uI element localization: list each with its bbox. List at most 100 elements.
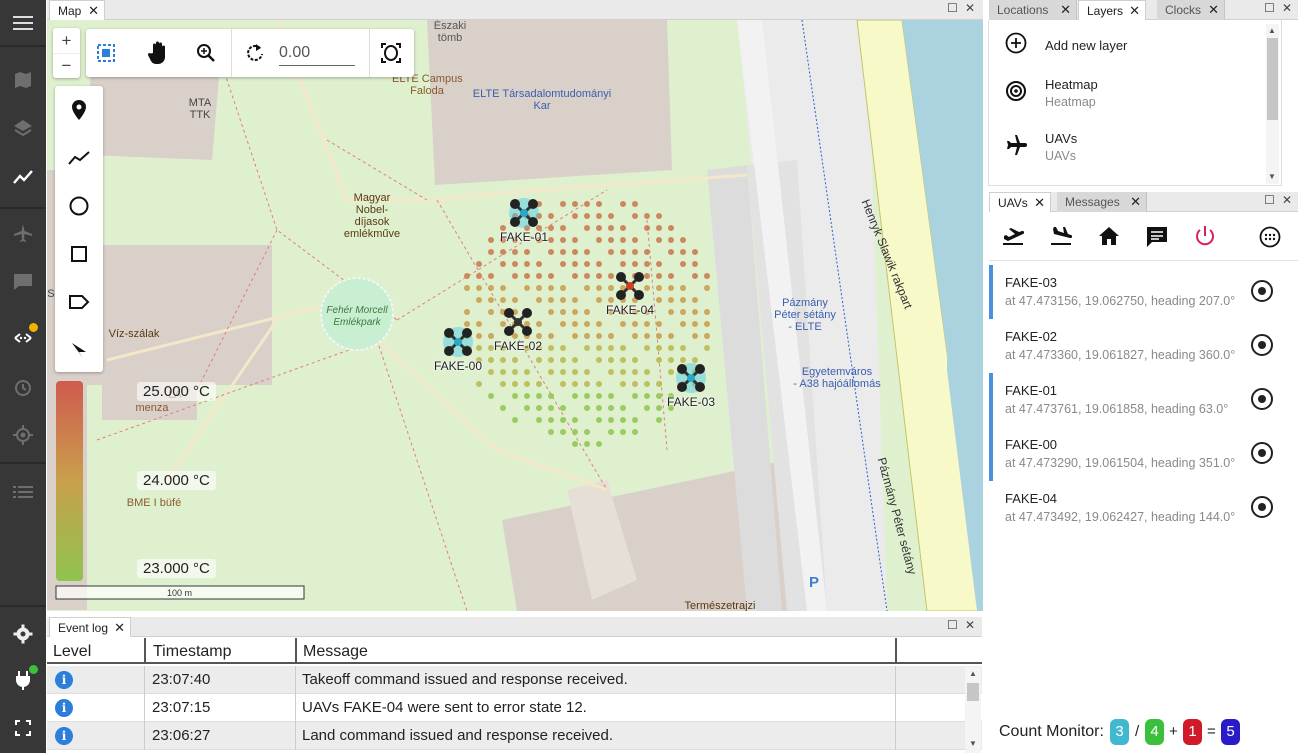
locate-target-icon[interactable] (1251, 388, 1273, 410)
zoom-in-button[interactable]: + (53, 28, 80, 53)
settings-gear-icon[interactable] (0, 614, 46, 654)
eventlog-scrollbar[interactable]: ▲ ▼ (965, 667, 981, 753)
maximize-icon[interactable]: ☐ (1264, 1, 1275, 15)
circle-icon[interactable] (65, 192, 93, 220)
locate-target-icon[interactable] (1251, 334, 1273, 356)
close-icon[interactable]: ✕ (114, 618, 125, 638)
close-icon[interactable]: ✕ (1282, 1, 1292, 15)
tab-uavs[interactable]: UAVs ✕ (989, 192, 1051, 212)
map-label: Magyar Nobel- díjasok emlékműve (343, 192, 401, 240)
uav-marker[interactable] (612, 268, 648, 304)
tab-map-label: Map (58, 4, 82, 18)
uav-list-item[interactable]: FAKE-00 at 47.473290, 19.061504, heading … (989, 427, 1281, 481)
home-icon[interactable] (1098, 225, 1120, 247)
uav-marker[interactable] (440, 324, 476, 360)
map-tabbar: Map ✕ ☐ ✕ (47, 0, 983, 20)
uav-list-item[interactable]: FAKE-01 at 47.473761, 19.061858, heading … (989, 373, 1281, 427)
uav-list-item[interactable]: FAKE-04 at 47.473492, 19.062427, heading … (989, 481, 1281, 535)
close-icon[interactable]: ✕ (1130, 192, 1141, 212)
box-select-icon[interactable] (92, 39, 120, 67)
map-view[interactable]: Északi tömb MTA TTK ELTE Campus Faloda E… (47, 20, 983, 611)
uav-icon[interactable] (0, 213, 46, 253)
list-icon[interactable] (0, 472, 46, 512)
column-header-timestamp[interactable]: Timestamp (153, 638, 232, 666)
rotation-input[interactable]: 0.00 (279, 40, 355, 66)
uav-marker[interactable] (673, 360, 709, 396)
fit-bounds-icon[interactable] (377, 39, 405, 67)
close-icon[interactable]: ✕ (1060, 0, 1071, 20)
uav-map-label: FAKE-02 (494, 339, 543, 353)
layers-scrollbar[interactable]: ▲ ▼ (1266, 24, 1279, 184)
chart-line-icon[interactable] (0, 157, 46, 197)
clock-alarm-icon[interactable] (0, 367, 46, 407)
uav-list-item[interactable]: FAKE-02 at 47.473360, 19.061827, heading … (989, 319, 1281, 373)
zoom-magnifier-icon[interactable] (192, 39, 220, 67)
count-badge-total: 5 (1221, 719, 1240, 745)
close-icon[interactable]: ✕ (1282, 193, 1292, 207)
pan-hand-icon[interactable] (144, 39, 172, 67)
close-icon[interactable]: ✕ (88, 1, 99, 21)
layer-title: Heatmap (1045, 77, 1098, 92)
message-icon[interactable] (1146, 226, 1168, 248)
power-icon[interactable] (1194, 225, 1216, 247)
map-label: menza (135, 402, 169, 414)
map-label: Északi tömb (433, 20, 467, 44)
table-row[interactable]: i 23:07:15 UAVs FAKE-04 were sent to error… (47, 694, 982, 722)
polyline-icon[interactable] (65, 144, 93, 172)
connections-icon[interactable] (0, 318, 46, 358)
plug-icon[interactable] (0, 660, 46, 700)
more-icon[interactable] (1259, 226, 1281, 248)
layer-item-heatmap[interactable]: Heatmap Heatmap (989, 66, 1271, 120)
add-circle-icon (1005, 32, 1027, 54)
tab-locations[interactable]: Locations ✕ (989, 0, 1077, 20)
fullscreen-icon[interactable] (0, 708, 46, 748)
tab-messages-label: Messages (1065, 195, 1120, 209)
close-icon[interactable]: ✕ (1208, 0, 1219, 20)
layer-item-uavs[interactable]: UAVs UAVs (989, 120, 1271, 174)
map-label: Fehér Morcell Emlékpark (326, 305, 388, 328)
tab-layers[interactable]: Layers ✕ (1078, 0, 1146, 20)
layers-icon[interactable] (0, 108, 46, 148)
table-row[interactable]: i 23:06:27 Land command issued and respons… (47, 722, 982, 750)
uav-map-label: FAKE-00 (434, 359, 483, 373)
tab-event-log[interactable]: Event log ✕ (49, 617, 131, 637)
uav-list-item[interactable]: FAKE-03 at 47.473156, 19.062750, heading … (989, 265, 1281, 319)
menu-icon[interactable] (0, 3, 46, 43)
app-sidebar (0, 0, 46, 753)
count-badge-ok: 4 (1145, 719, 1164, 745)
close-icon[interactable]: ✕ (965, 618, 975, 632)
maximize-icon[interactable]: ☐ (947, 1, 958, 15)
uav-marker[interactable] (500, 304, 536, 340)
rotate-icon[interactable] (241, 39, 269, 67)
maximize-icon[interactable]: ☐ (947, 618, 958, 632)
polygon-label-icon[interactable] (65, 288, 93, 316)
uav-detail: at 47.473761, 19.061858, heading 63.0° (1005, 402, 1229, 416)
table-row[interactable]: i 23:07:40 Takeoff command issued and resp… (47, 666, 982, 694)
maximize-icon[interactable]: ☐ (1264, 193, 1275, 207)
add-layer-item[interactable]: Add new layer (989, 18, 1271, 72)
gps-target-icon[interactable] (0, 415, 46, 455)
close-icon[interactable]: ✕ (965, 1, 975, 15)
locate-target-icon[interactable] (1251, 442, 1273, 464)
takeoff-icon[interactable] (1002, 226, 1024, 246)
zoom-out-button[interactable]: − (53, 53, 80, 78)
uav-detail: at 47.473156, 19.062750, heading 207.0° (1005, 294, 1236, 308)
select-arrow-icon[interactable] (65, 336, 93, 364)
close-icon[interactable]: ✕ (1034, 193, 1045, 213)
marker-icon[interactable] (65, 96, 93, 124)
locate-target-icon[interactable] (1251, 280, 1273, 302)
column-header-message[interactable]: Message (303, 638, 368, 666)
tab-uavs-label: UAVs (998, 196, 1028, 210)
column-header-level[interactable]: Level (53, 638, 91, 666)
map-icon[interactable] (0, 60, 46, 100)
tab-map[interactable]: Map ✕ (49, 0, 105, 20)
messages-icon[interactable] (0, 262, 46, 302)
locate-target-icon[interactable] (1251, 496, 1273, 518)
land-icon[interactable] (1050, 226, 1072, 246)
info-icon: i (55, 699, 73, 717)
rectangle-icon[interactable] (65, 240, 93, 268)
info-icon: i (55, 671, 73, 689)
tab-clocks[interactable]: Clocks ✕ (1157, 0, 1225, 20)
uav-marker[interactable] (506, 195, 542, 231)
tab-messages[interactable]: Messages ✕ (1057, 192, 1147, 212)
